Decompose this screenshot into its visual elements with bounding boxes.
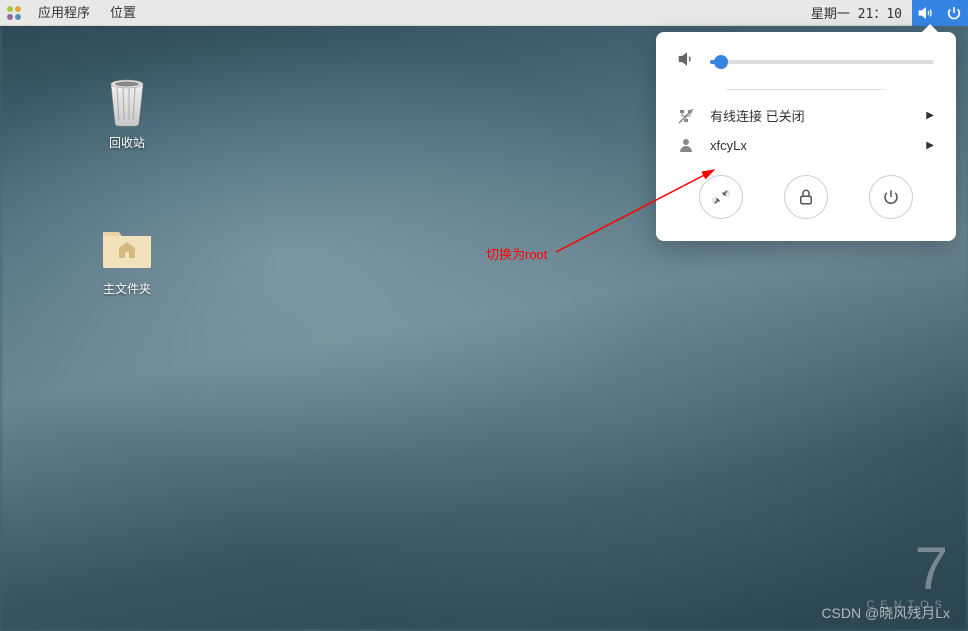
annotation-text: 切换为root: [486, 244, 547, 263]
wired-network-icon: [678, 108, 696, 124]
top-panel: 应用程序 位置 星期一 21：10: [0, 0, 968, 26]
network-row[interactable]: 有线连接 已关闭 ▶: [656, 100, 956, 131]
volume-slider[interactable]: [710, 60, 934, 64]
divider: [726, 89, 886, 90]
settings-button[interactable]: [699, 175, 743, 219]
folder-home-icon: [99, 218, 155, 274]
chevron-right-icon: ▶: [926, 110, 934, 121]
lock-button[interactable]: [784, 175, 828, 219]
brand-version: 7: [866, 539, 948, 599]
volume-row: [656, 50, 956, 87]
trash-icon: [99, 72, 155, 128]
user-row[interactable]: xfcyLx ▶: [656, 131, 956, 159]
system-menu-popup: 有线连接 已关闭 ▶ xfcyLx ▶: [656, 32, 956, 241]
volume-tray-icon[interactable]: [912, 0, 940, 26]
power-button[interactable]: [869, 175, 913, 219]
network-label: 有线连接 已关闭: [710, 106, 926, 125]
user-icon: [678, 137, 696, 153]
panel-left: 应用程序 位置: [0, 0, 146, 26]
popup-actions: [656, 159, 956, 225]
power-tray-icon[interactable]: [940, 0, 968, 26]
volume-icon: [678, 50, 696, 73]
distro-brand: 7 CENTOS: [866, 539, 948, 611]
clock[interactable]: 星期一 21：10: [801, 3, 912, 22]
watermark: CSDN @晓风残月Lx: [821, 603, 950, 623]
user-label: xfcyLx: [710, 138, 926, 153]
home-label: 主文件夹: [103, 280, 151, 297]
distro-logo-icon: [6, 5, 22, 21]
trash-label: 回收站: [109, 134, 145, 151]
trash-desktop-icon[interactable]: 回收站: [82, 72, 172, 151]
chevron-right-icon: ▶: [926, 140, 934, 151]
places-menu[interactable]: 位置: [100, 0, 146, 26]
panel-right: 星期一 21：10: [801, 0, 968, 25]
slider-thumb[interactable]: [714, 55, 728, 69]
home-desktop-icon[interactable]: 主文件夹: [82, 218, 172, 297]
applications-menu[interactable]: 应用程序: [28, 0, 100, 26]
